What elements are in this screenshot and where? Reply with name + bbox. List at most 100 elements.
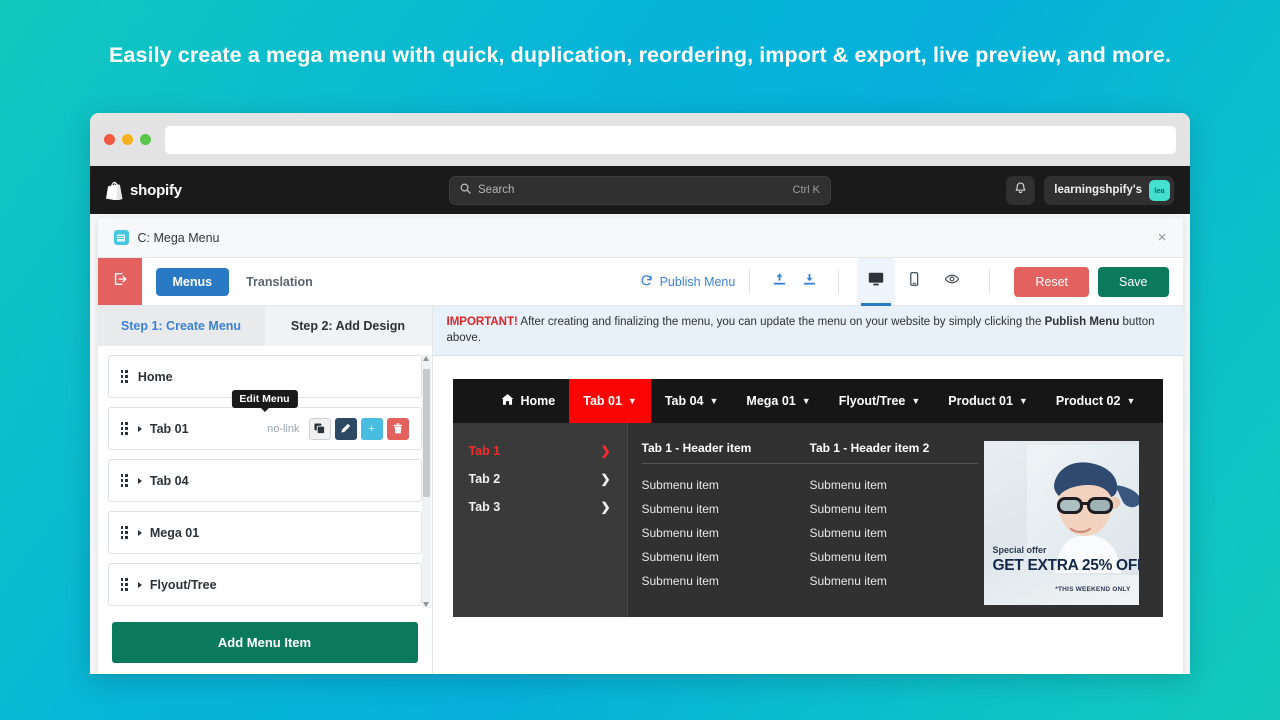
modal-header: C: Mega Menu × bbox=[97, 218, 1183, 258]
device-mobile-button[interactable] bbox=[895, 258, 933, 305]
expand-caret-icon[interactable] bbox=[137, 477, 142, 484]
expand-caret-icon[interactable] bbox=[137, 529, 142, 536]
editor-tabs: Menus Translation bbox=[142, 258, 330, 305]
scroll-up-icon[interactable] bbox=[423, 356, 429, 361]
menu-item-row-flyout-tree[interactable]: Flyout/Tree bbox=[107, 563, 422, 606]
nav-item-label: Mega 01 bbox=[746, 394, 796, 409]
nav-item-label: Tab 01 bbox=[583, 394, 622, 409]
close-icon[interactable]: × bbox=[1158, 230, 1167, 245]
important-notice: IMPORTANT! After creating and finalizing… bbox=[432, 306, 1183, 357]
add-menu-item-button[interactable]: Add Menu Item bbox=[111, 622, 418, 663]
submenu-item[interactable]: Submenu item bbox=[810, 473, 978, 497]
export-menu-button[interactable] bbox=[794, 258, 824, 305]
notice-text-before: After creating and finalizing the menu, … bbox=[517, 316, 1045, 328]
expand-caret-icon[interactable] bbox=[137, 425, 142, 432]
add-menu-item-area: Add Menu Item bbox=[97, 612, 432, 674]
menu-item-label: Flyout/Tree bbox=[149, 577, 217, 592]
shopify-logo[interactable]: shopify bbox=[106, 181, 182, 200]
maximize-window-dot[interactable] bbox=[140, 134, 151, 145]
search-icon bbox=[460, 183, 471, 197]
menu-item-row-mega-01[interactable]: Mega 01 bbox=[107, 511, 422, 554]
publish-menu-button[interactable]: Publish Menu bbox=[640, 258, 736, 305]
submenu-item[interactable]: Submenu item bbox=[642, 521, 810, 545]
exit-editor-button[interactable] bbox=[97, 258, 142, 305]
menu-builder-sidebar: Step 1: Create Menu Step 2: Add Design H… bbox=[97, 306, 433, 674]
dropdown-column-1: Tab 1 - Header item Submenu item Submenu… bbox=[641, 441, 810, 617]
promo-text-block: Special offer GET EXTRA 25% OFF bbox=[993, 545, 1139, 575]
column-header: Tab 1 - Header item 2 bbox=[809, 441, 978, 465]
sidebar-scrollbar[interactable] bbox=[421, 355, 431, 608]
tab-translation[interactable]: Translation bbox=[229, 268, 330, 296]
nav-item-flyout-tree[interactable]: Flyout/Tree ▼ bbox=[825, 379, 935, 423]
dropdown-tab-2[interactable]: Tab 2 ❯ bbox=[453, 465, 627, 493]
search-shortcut-hint: Ctrl K bbox=[792, 184, 821, 196]
desktop-icon bbox=[867, 270, 885, 293]
notice-highlight: Publish Menu bbox=[1044, 316, 1120, 328]
app-backdrop: C: Mega Menu × Menus Translation Publish… bbox=[90, 214, 1190, 674]
duplicate-icon[interactable] bbox=[308, 417, 331, 440]
menu-item-actions: + bbox=[308, 417, 409, 440]
submenu-item[interactable]: Submenu item bbox=[642, 569, 810, 593]
nav-item-mega-01[interactable]: Mega 01 ▼ bbox=[732, 379, 824, 423]
editor-toolbar: Menus Translation Publish Menu Reset Sav… bbox=[97, 258, 1183, 306]
submenu-item[interactable]: Submenu item bbox=[810, 521, 978, 545]
tab-step-2-add-design[interactable]: Step 2: Add Design bbox=[264, 306, 432, 346]
global-search-input[interactable]: Search Ctrl K bbox=[449, 175, 831, 205]
browser-window: shopify Search Ctrl K learningshpify's l… bbox=[90, 113, 1190, 674]
nav-item-tab-04[interactable]: Tab 04 ▼ bbox=[651, 379, 733, 423]
toolbar-divider-1 bbox=[749, 269, 751, 294]
promo-banner[interactable]: Special offer GET EXTRA 25% OFF *THIS WE… bbox=[983, 441, 1139, 606]
dropdown-tab-1[interactable]: Tab 1 ❯ bbox=[453, 437, 627, 465]
address-bar[interactable] bbox=[165, 125, 1176, 154]
submenu-item[interactable]: Submenu item bbox=[810, 545, 978, 569]
notifications-button[interactable] bbox=[1006, 175, 1036, 205]
scroll-down-icon[interactable] bbox=[423, 602, 429, 607]
submenu-item[interactable]: Submenu item bbox=[810, 497, 978, 521]
nav-item-home[interactable]: Home bbox=[487, 379, 570, 423]
tab-menus[interactable]: Menus bbox=[155, 267, 230, 296]
drag-handle-icon[interactable] bbox=[120, 526, 128, 539]
menu-item-label: Tab 04 bbox=[149, 473, 189, 488]
nav-item-tab-01[interactable]: Tab 01 ▼ bbox=[569, 379, 651, 424]
publish-menu-label: Publish Menu bbox=[659, 274, 736, 289]
nav-item-product-02[interactable]: Product 02 ▼ bbox=[1042, 379, 1150, 423]
toolbar-actions: Reset Save bbox=[1004, 258, 1182, 305]
drag-handle-icon[interactable] bbox=[120, 578, 128, 591]
pencil-icon[interactable] bbox=[334, 417, 357, 440]
submenu-item[interactable]: Submenu item bbox=[642, 473, 810, 497]
download-icon bbox=[802, 272, 817, 292]
device-desktop-button[interactable] bbox=[857, 258, 896, 306]
close-window-dot[interactable] bbox=[104, 134, 115, 145]
chevron-down-icon: ▼ bbox=[1018, 396, 1028, 407]
eye-icon bbox=[944, 271, 960, 292]
drag-handle-icon[interactable] bbox=[120, 370, 128, 383]
trash-icon[interactable] bbox=[386, 417, 409, 440]
reset-button[interactable]: Reset bbox=[1014, 266, 1089, 297]
drag-handle-icon[interactable] bbox=[120, 474, 128, 487]
save-button[interactable]: Save bbox=[1098, 266, 1169, 297]
menu-item-row-tab-01[interactable]: Tab 01 no-link + Edit Menu bbox=[107, 390, 422, 450]
menu-item-label: Tab 01 bbox=[149, 421, 189, 436]
shopify-admin-header: shopify Search Ctrl K learningshpify's l… bbox=[90, 166, 1190, 214]
add-child-icon[interactable]: + bbox=[360, 417, 383, 440]
dropdown-tab-3[interactable]: Tab 3 ❯ bbox=[453, 493, 627, 521]
expand-caret-icon[interactable] bbox=[137, 581, 142, 588]
home-icon bbox=[501, 393, 514, 409]
promo-kicker: Special offer bbox=[992, 545, 1047, 556]
submenu-item[interactable]: Submenu item bbox=[642, 497, 810, 521]
menu-item-row-tab-04[interactable]: Tab 04 bbox=[107, 459, 422, 502]
chevron-right-icon: ❯ bbox=[600, 500, 611, 515]
submenu-item[interactable]: Submenu item bbox=[810, 569, 978, 593]
tab-step-1-create-menu[interactable]: Step 1: Create Menu bbox=[97, 306, 265, 346]
live-preview-button[interactable] bbox=[933, 258, 971, 305]
nav-item-product-01[interactable]: Product 01 ▼ bbox=[934, 379, 1042, 423]
nav-item-label: Flyout/Tree bbox=[838, 394, 906, 409]
chevron-down-icon: ▼ bbox=[911, 396, 921, 407]
store-account-button[interactable]: learningshpify's lea bbox=[1044, 175, 1174, 205]
scrollbar-thumb[interactable] bbox=[422, 369, 430, 497]
minimize-window-dot[interactable] bbox=[122, 134, 133, 145]
dropdown-tab-label: Tab 1 bbox=[468, 444, 501, 459]
import-menu-button[interactable] bbox=[764, 258, 794, 305]
submenu-item[interactable]: Submenu item bbox=[642, 545, 810, 569]
drag-handle-icon[interactable] bbox=[120, 422, 128, 435]
